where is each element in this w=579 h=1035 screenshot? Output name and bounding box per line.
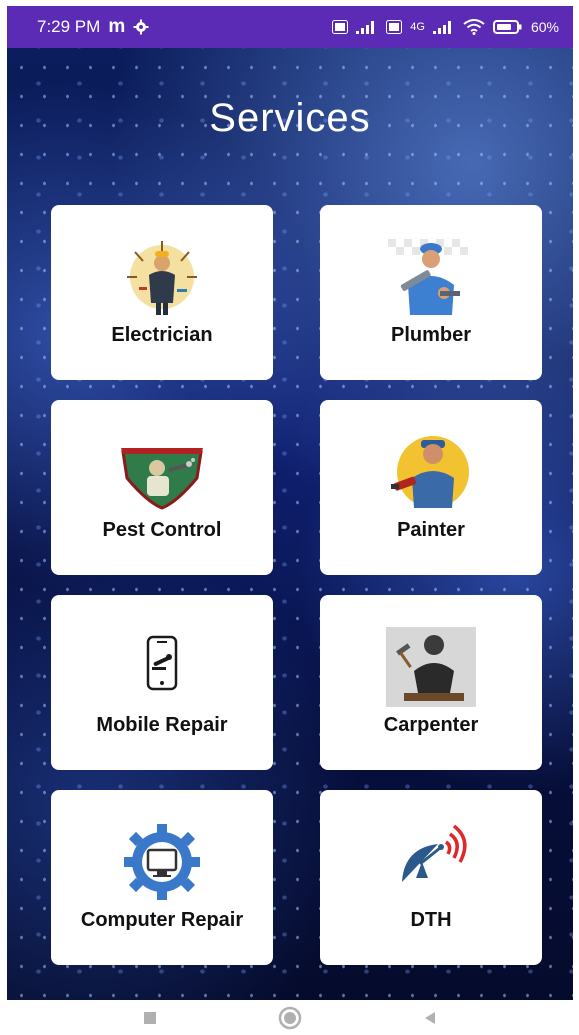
service-card-mobile-repair[interactable]: Mobile Repair <box>51 595 273 770</box>
service-card-dth[interactable]: DTH <box>320 790 542 965</box>
service-label: Mobile Repair <box>96 714 228 736</box>
back-triangle-icon[interactable] <box>410 1003 450 1033</box>
home-circle-icon[interactable] <box>270 1003 310 1033</box>
signal-sim2-icon <box>432 20 455 34</box>
status-left: 7:29 PM m <box>37 16 149 38</box>
app-screen: Services Electrician Plumber Pest Contro… <box>7 48 573 1000</box>
services-grid: Electrician Plumber Pest Control Painter… <box>51 205 542 965</box>
service-label: Carpenter <box>383 714 479 736</box>
settings-gear-icon <box>133 19 149 35</box>
network-type: 4G <box>410 21 425 33</box>
battery-percent: 60% <box>530 19 559 35</box>
mobile-repair-icon <box>117 627 207 707</box>
volte-sim1-icon <box>332 20 349 34</box>
service-card-pest-control[interactable]: Pest Control <box>51 400 273 575</box>
wifi-icon <box>463 19 485 35</box>
service-label: Electrician <box>111 324 213 346</box>
status-bar: 7:29 PM m 4G 60% <box>7 6 573 48</box>
service-label: DTH <box>410 909 452 931</box>
electrician-icon <box>117 237 207 317</box>
carpenter-icon <box>386 627 476 707</box>
service-label: Computer Repair <box>80 909 244 931</box>
dth-icon <box>386 822 476 902</box>
service-card-painter[interactable]: Painter <box>320 400 542 575</box>
pest-control-icon <box>117 432 207 512</box>
navigation-bar <box>0 1000 579 1035</box>
service-label: Pest Control <box>102 519 222 541</box>
battery-icon <box>492 20 523 34</box>
service-label: Plumber <box>390 324 472 346</box>
service-card-carpenter[interactable]: Carpenter <box>320 595 542 770</box>
volte-sim2-icon <box>386 20 403 34</box>
painter-icon <box>386 432 476 512</box>
service-label: Painter <box>397 519 465 541</box>
recents-square-icon[interactable] <box>130 1003 170 1033</box>
service-card-plumber[interactable]: Plumber <box>320 205 542 380</box>
signal-sim1-icon <box>356 20 378 34</box>
status-right: 4G 60% <box>332 19 559 35</box>
computer-repair-icon <box>117 822 207 902</box>
service-card-computer-repair[interactable]: Computer Repair <box>51 790 273 965</box>
app-m-icon: m <box>108 16 126 37</box>
page-title: Services <box>209 96 371 140</box>
service-card-electrician[interactable]: Electrician <box>51 205 273 380</box>
plumber-icon <box>386 237 476 317</box>
status-time: 7:29 PM <box>37 17 101 36</box>
